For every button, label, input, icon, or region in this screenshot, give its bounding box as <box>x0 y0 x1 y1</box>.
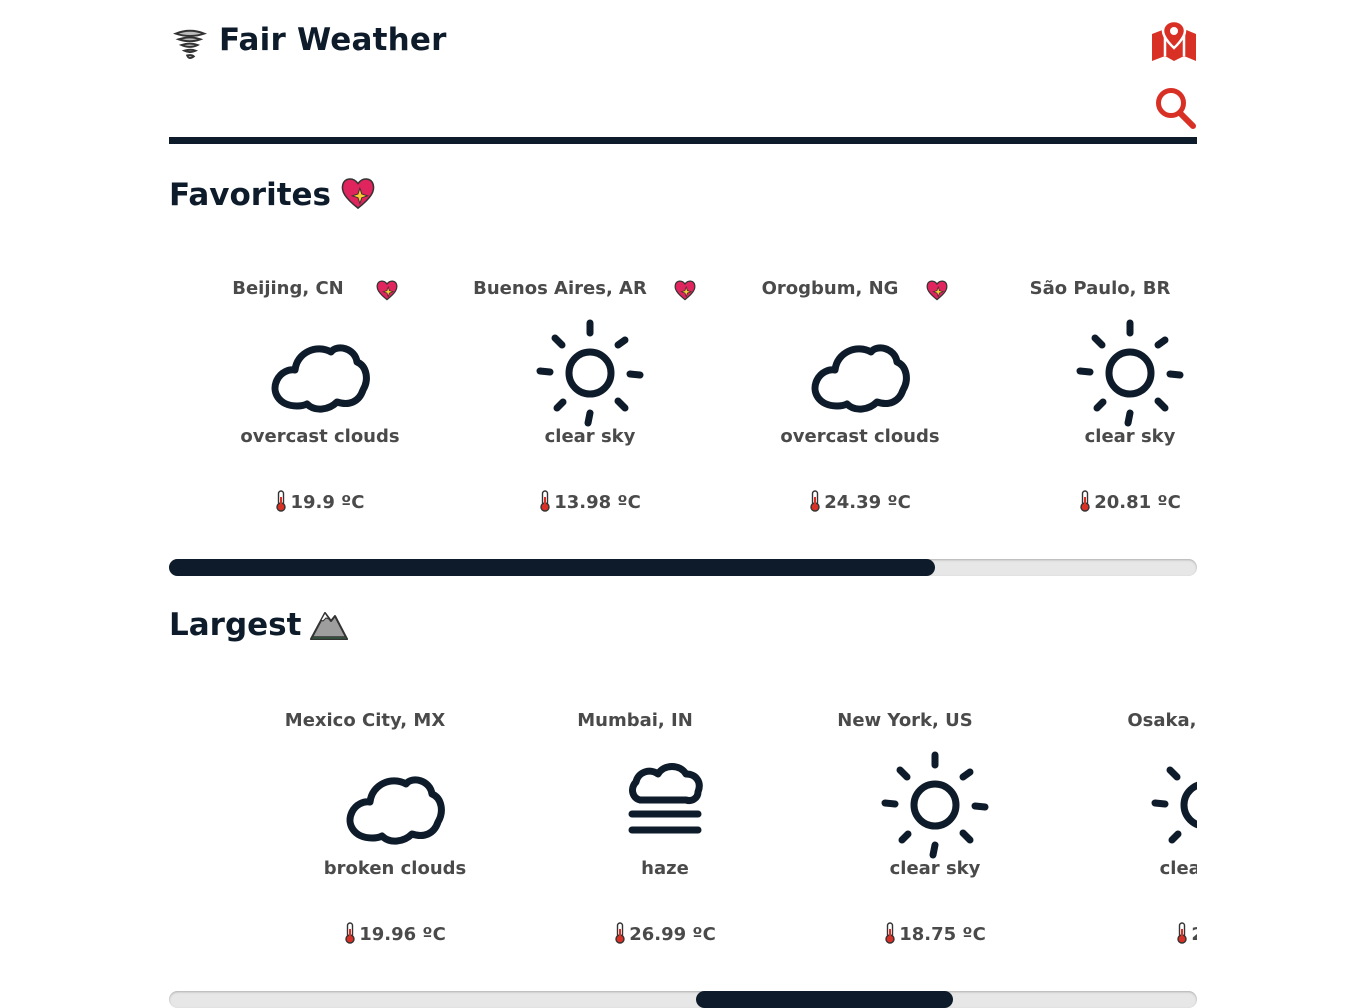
temperature: 13.98 ºC <box>455 490 725 513</box>
sparkling-heart-icon <box>341 178 375 210</box>
condition: clear sky <box>1084 426 1176 447</box>
weather-card[interactable]: Orogbum, NG overcast clouds 24.39 ºC <box>725 278 995 548</box>
largest-title: Largest <box>169 607 302 643</box>
app-header: Fair Weather <box>169 0 1197 144</box>
thermometer-icon <box>540 490 550 512</box>
temp-value: 24.39 <box>824 492 882 513</box>
temp-value: 19.9 <box>290 492 335 513</box>
temperature: 19.9 ºC <box>185 490 455 513</box>
thermometer-icon <box>885 922 895 944</box>
favorites-carousel[interactable]: Beijing, CN overcast clouds 19.9 ºC Buen… <box>169 278 1197 558</box>
sun-icon <box>1076 319 1184 427</box>
thermometer-icon <box>276 490 287 512</box>
temperature: 18.75 ºC <box>800 922 1070 945</box>
temp-value: 2 <box>1191 924 1197 945</box>
scrollbar-thumb[interactable] <box>696 991 953 1008</box>
temp-unit: ºC <box>962 924 986 945</box>
condition: haze <box>641 858 689 879</box>
thermometer-icon <box>615 922 625 944</box>
city-name: Mexico City, MX <box>284 710 446 731</box>
temp-unit: ºC <box>422 924 446 945</box>
condition: clear sky <box>544 426 636 447</box>
search-icon[interactable] <box>1155 86 1197 130</box>
favorites-scrollbar[interactable] <box>169 559 1197 576</box>
condition: overcast clouds <box>780 426 940 447</box>
temperature: 26.99 ºC <box>530 922 800 945</box>
city-name: Mumbai, IN <box>577 710 693 731</box>
temperature: 2 ºC <box>1070 922 1197 945</box>
weather-card[interactable]: São Paulo, BR clear sky 20.81 ºC <box>995 278 1197 548</box>
temp-value: 18.75 <box>899 924 957 945</box>
city-name: São Paulo, BR <box>1029 278 1171 299</box>
condition: broken clouds <box>323 858 467 879</box>
temp-unit: ºC <box>692 924 716 945</box>
thermometer-icon <box>1177 922 1188 944</box>
weather-card[interactable]: Buenos Aires, AR clear sky 13.98 ºC <box>455 278 725 548</box>
cloud-icon <box>811 344 910 413</box>
temp-unit: ºC <box>617 492 641 513</box>
app-root: Fair Weather Favorites Beijing, CN overc… <box>169 0 1197 1008</box>
weather-card[interactable]: Mexico City, MX broken clouds 19.96 ºC <box>260 710 530 980</box>
weather-card[interactable]: Osaka, JP clear sky 2 ºC <box>1070 710 1197 980</box>
temp-unit: ºC <box>1157 492 1181 513</box>
city-name: New York, US <box>837 710 973 731</box>
thermometer-icon <box>345 922 355 944</box>
largest-scrollbar[interactable] <box>169 991 1197 1008</box>
sun-icon <box>1151 766 1197 844</box>
thermometer-icon <box>1080 490 1090 512</box>
favorites-heading: Favorites <box>169 175 377 213</box>
sun-icon <box>881 751 989 859</box>
weather-card[interactable]: Mumbai, IN haze 26.99 ºC <box>530 710 800 980</box>
temp-value: 13.98 <box>554 492 612 513</box>
haze-icon <box>628 763 703 834</box>
thermometer-icon <box>810 490 820 512</box>
temperature: 24.39 ºC <box>725 490 995 513</box>
temp-unit: ºC <box>341 492 365 513</box>
largest-carousel[interactable]: Mexico City, MX broken clouds 19.96 ºC M… <box>169 710 1197 990</box>
temp-unit: ºC <box>887 492 911 513</box>
condition: clear sky <box>889 858 981 879</box>
sparkling-heart-icon[interactable] <box>925 278 949 302</box>
temp-value: 19.96 <box>359 924 417 945</box>
cloud-icon <box>271 344 370 413</box>
sun-icon <box>536 319 644 427</box>
city-name: Buenos Aires, AR <box>473 278 647 299</box>
favorites-title: Favorites <box>169 177 331 213</box>
map-icon[interactable] <box>1151 20 1197 62</box>
temperature: 20.81 ºC <box>995 490 1197 513</box>
tornado-icon <box>172 29 208 60</box>
mountain-icon <box>310 612 349 640</box>
condition: clear sky <box>1159 858 1197 879</box>
temperature: 19.96 ºC <box>260 922 530 945</box>
temp-value: 26.99 <box>629 924 687 945</box>
cloud-icon <box>346 776 445 845</box>
sparkling-heart-icon[interactable] <box>673 278 697 302</box>
largest-heading: Largest <box>169 607 349 643</box>
sparkling-heart-icon[interactable] <box>375 278 399 302</box>
temp-value: 20.81 <box>1094 492 1152 513</box>
weather-card[interactable]: New York, US clear sky 18.75 ºC <box>800 710 1070 980</box>
app-title: Fair Weather <box>219 22 447 58</box>
weather-card[interactable]: Beijing, CN overcast clouds 19.9 ºC <box>185 278 455 548</box>
city-name: Osaka, JP <box>1127 710 1197 731</box>
condition: overcast clouds <box>240 426 400 447</box>
scrollbar-thumb[interactable] <box>169 559 935 576</box>
